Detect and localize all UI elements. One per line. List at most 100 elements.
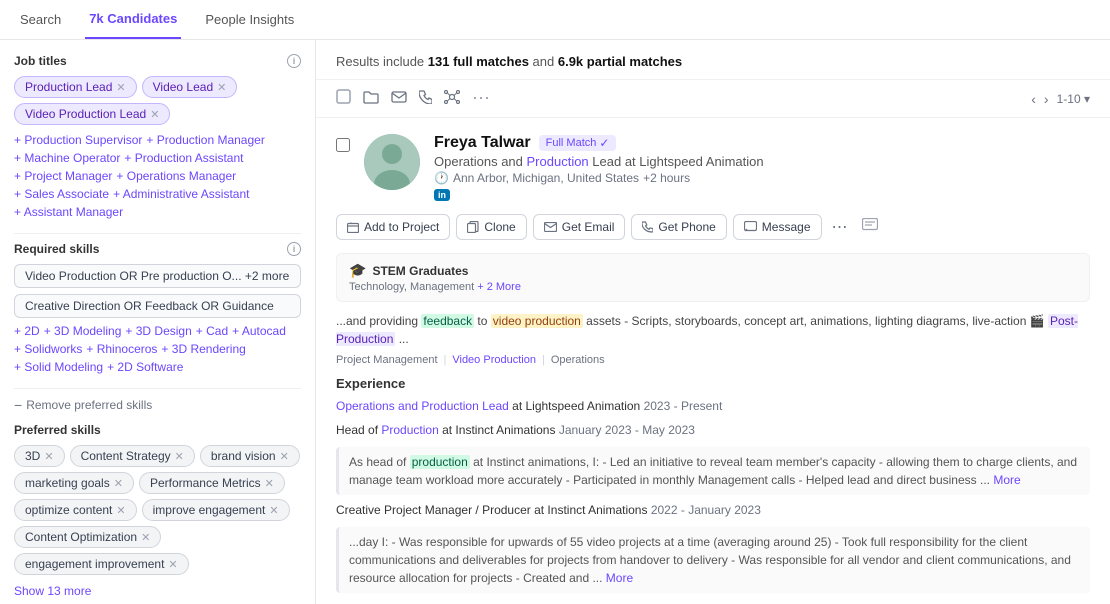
remove-pref-engagement-improvement[interactable]: ✕ <box>168 558 177 571</box>
suggest-production-assistant[interactable]: Production Assistant <box>124 151 243 165</box>
pref-tag-3d[interactable]: 3D ✕ <box>14 445 65 467</box>
clone-button[interactable]: Clone <box>456 214 526 240</box>
suggest-3d-design[interactable]: 3D Design <box>125 324 191 338</box>
linkedin-badge[interactable]: in <box>434 189 450 201</box>
skills-tag-creative-direction[interactable]: Creative Direction OR Feedback OR Guidan… <box>14 294 301 318</box>
exp-role-1: Operations and Production Lead at Lights… <box>336 399 1090 413</box>
preferred-tags-group: 3D ✕ Content Strategy ✕ brand vision ✕ m… <box>14 445 301 575</box>
show-more-preferred[interactable]: Show 13 more <box>14 584 91 598</box>
pref-tag-marketing-goals[interactable]: marketing goals ✕ <box>14 472 134 494</box>
suggest-production-manager[interactable]: Production Manager <box>146 133 264 147</box>
pagination-next[interactable]: › <box>1044 91 1049 107</box>
suggest-2d-software[interactable]: 2D Software <box>107 360 183 374</box>
add-to-project-button[interactable]: Add to Project <box>336 214 450 240</box>
selected-titles-group: Production Lead ✕ Video Lead ✕ Video Pro… <box>14 76 301 125</box>
phone-icon[interactable] <box>419 90 432 108</box>
suggest-sales-associate[interactable]: Sales Associate <box>14 187 109 201</box>
pref-tag-improve-engagement[interactable]: improve engagement ✕ <box>142 499 290 521</box>
quick-message-icon[interactable] <box>858 214 882 241</box>
partial-matches-count: 6.9k partial matches <box>558 54 682 69</box>
nav-search[interactable]: Search <box>16 0 65 39</box>
suggest-cad[interactable]: Cad <box>196 324 228 338</box>
remove-pref-3d[interactable]: ✕ <box>44 450 53 463</box>
job-titles-info-icon[interactable]: i <box>287 54 301 68</box>
remove-pref-improve-engagement[interactable]: ✕ <box>269 504 278 517</box>
pagination: ‹ › 1-10 ▾ <box>1031 91 1090 107</box>
results-bar: Results include 131 full matches and 6.9… <box>316 40 1110 80</box>
remove-title-video-production-lead[interactable]: ✕ <box>150 108 159 121</box>
skills-tag-video-production[interactable]: Video Production OR Pre production O... … <box>14 264 301 288</box>
pagination-prev[interactable]: ‹ <box>1031 91 1036 107</box>
candidate-info: Freya Talwar Full Match ✓ Operations and… <box>434 134 1090 201</box>
candidate-avatar <box>364 134 420 190</box>
job-titles-section: Job titles i Production Lead ✕ Video Lea… <box>14 54 301 219</box>
tag-video-production: Video Production <box>452 354 536 366</box>
nav-people-insights[interactable]: People Insights <box>201 0 298 39</box>
video-production-highlight: video production <box>491 314 583 328</box>
title-tag-video-lead[interactable]: Video Lead ✕ <box>142 76 238 98</box>
folder-icon[interactable] <box>363 90 379 108</box>
exp-date-3: 2022 - January 2023 <box>651 503 761 517</box>
remove-pref-marketing-goals[interactable]: ✕ <box>114 477 123 490</box>
candidate-checkbox[interactable] <box>336 138 350 152</box>
company-more-link[interactable]: + 2 More <box>477 281 521 293</box>
network-icon[interactable] <box>444 90 460 108</box>
title-suggestions: Production Supervisor Production Manager… <box>14 133 301 219</box>
exp-role-1-highlight: Operations and Production Lead <box>336 399 509 413</box>
suggest-2d[interactable]: 2D <box>14 324 40 338</box>
pref-tag-brand-vision[interactable]: brand vision ✕ <box>200 445 300 467</box>
pref-tag-content-strategy[interactable]: Content Strategy ✕ <box>70 445 195 467</box>
top-navigation: Search 7k Candidates People Insights <box>0 0 1110 40</box>
suggest-project-manager[interactable]: Project Manager <box>14 169 112 183</box>
required-skills-info-icon[interactable]: i <box>287 242 301 256</box>
message-button[interactable]: Message <box>733 214 822 240</box>
remove-pref-brand-vision[interactable]: ✕ <box>280 450 289 463</box>
exp-date-1: 2023 - Present <box>644 399 723 413</box>
suggest-assistant-manager[interactable]: Assistant Manager <box>14 205 123 219</box>
checkbox-all-icon[interactable] <box>336 89 351 108</box>
pref-tag-optimize-content[interactable]: optimize content ✕ <box>14 499 137 521</box>
suggest-operations-manager[interactable]: Operations Manager <box>116 169 236 183</box>
remove-pref-performance-metrics[interactable]: ✕ <box>265 477 274 490</box>
remove-pref-content-strategy[interactable]: ✕ <box>175 450 184 463</box>
pref-tag-engagement-improvement[interactable]: engagement improvement ✕ <box>14 553 189 575</box>
remove-title-production-lead[interactable]: ✕ <box>116 81 125 94</box>
title-tag-video-production-lead[interactable]: Video Production Lead ✕ <box>14 103 170 125</box>
get-email-button[interactable]: Get Email <box>533 214 626 240</box>
suggest-3d-rendering[interactable]: 3D Rendering <box>161 342 245 356</box>
title-tag-production-lead[interactable]: Production Lead ✕ <box>14 76 137 98</box>
suggest-3d-modeling[interactable]: 3D Modeling <box>44 324 122 338</box>
remove-pref-content-optimization[interactable]: ✕ <box>141 531 150 544</box>
pagination-range[interactable]: 1-10 ▾ <box>1057 92 1090 106</box>
email-icon <box>544 222 557 232</box>
suggest-solidworks[interactable]: Solidworks <box>14 342 82 356</box>
experience-section-title: Experience <box>336 376 1090 391</box>
remove-title-video-lead[interactable]: ✕ <box>217 81 226 94</box>
exp-role-2-highlight: Production <box>381 423 438 437</box>
candidate-name-row: Freya Talwar Full Match ✓ <box>434 134 1090 152</box>
exp-desc-2: As head of production at Instinct animat… <box>349 453 1080 489</box>
suggest-administrative-assistant[interactable]: Administrative Assistant <box>113 187 249 201</box>
more-link-2[interactable]: More <box>606 571 633 585</box>
job-titles-heading: Job titles i <box>14 54 301 68</box>
more-link-1[interactable]: More <box>993 473 1020 487</box>
company-name: STEM Graduates <box>372 264 468 278</box>
divider-1 <box>14 233 301 234</box>
suggest-machine-operator[interactable]: Machine Operator <box>14 151 120 165</box>
remove-pref-optimize-content[interactable]: ✕ <box>116 504 125 517</box>
suggest-rhinoceros[interactable]: Rhinoceros <box>86 342 157 356</box>
suggest-autocad[interactable]: Autocad <box>232 324 286 338</box>
suggest-production-supervisor[interactable]: Production Supervisor <box>14 133 142 147</box>
remove-preferred-skills[interactable]: Remove preferred skills <box>14 397 301 413</box>
mail-icon[interactable] <box>391 90 407 107</box>
full-match-badge: Full Match ✓ <box>539 135 617 151</box>
more-actions-icon[interactable]: ⋯ <box>828 213 852 241</box>
suggest-solid-modeling[interactable]: Solid Modeling <box>14 360 103 374</box>
tag-project-management: Project Management <box>336 354 438 366</box>
nav-candidates[interactable]: 7k Candidates <box>85 0 181 39</box>
pref-tag-content-optimization[interactable]: Content Optimization ✕ <box>14 526 161 548</box>
get-phone-button[interactable]: Get Phone <box>631 214 726 240</box>
preferred-skills-heading: Preferred skills <box>14 423 301 437</box>
pref-tag-performance-metrics[interactable]: Performance Metrics ✕ <box>139 472 285 494</box>
more-options-icon[interactable]: ⋯ <box>472 88 491 109</box>
